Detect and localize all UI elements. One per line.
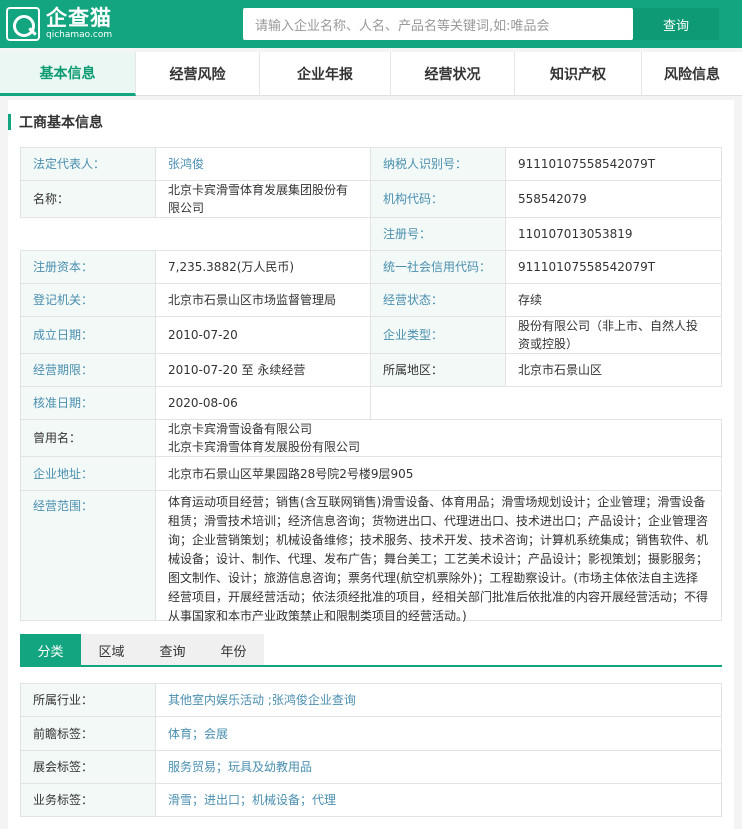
expo-tag-label: 展会标签： xyxy=(20,750,156,784)
scope-value: 体育运动项目经营；销售(含互联网销售)滑雪设备、体育用品；滑雪场规划设计；企业管… xyxy=(155,490,722,623)
credit-code-label: 统一社会信用代码： xyxy=(370,250,506,284)
nav-tab-business-status[interactable]: 经营状况 xyxy=(391,52,515,96)
logo-domain: qichamao.com xyxy=(46,30,113,40)
credit-code-value: 91110107558542079T xyxy=(505,250,722,284)
legal-rep-link[interactable]: 张鸿俊 xyxy=(155,147,371,181)
logo-title: 企查猫 xyxy=(46,6,112,30)
term-label: 经营期限： xyxy=(20,353,156,387)
authority-value: 北京市石景山区市场监督管理局 xyxy=(155,283,371,317)
business-tag-links[interactable]: 滑雪；进出口；机械设备；代理 xyxy=(155,783,722,817)
nav-tab-basic-info[interactable]: 基本信息 xyxy=(0,52,136,96)
section-accent-bar xyxy=(8,114,11,130)
capital-label: 注册资本： xyxy=(20,250,156,284)
founded-value: 2010-07-20 xyxy=(155,316,371,354)
tab-region[interactable]: 区域 xyxy=(81,634,142,666)
expo-tag-links[interactable]: 服务贸易；玩具及幼教用品 xyxy=(155,750,722,784)
search-button[interactable]: 查询 xyxy=(633,8,719,40)
tab-underline xyxy=(20,665,722,667)
founded-label: 成立日期： xyxy=(20,316,156,354)
org-code-value: 558542079 xyxy=(505,180,722,218)
address-value: 北京市石景山区苹果园路28号院2号楼9层905 xyxy=(155,456,722,491)
former-name-1: 北京卡宾滑雪设备有限公司 xyxy=(168,422,313,436)
business-tag-label: 业务标签： xyxy=(20,783,156,817)
scope-label: 经营范围： xyxy=(20,490,156,621)
tab-year[interactable]: 年份 xyxy=(203,634,264,666)
region-label: 所属地区： xyxy=(370,353,506,387)
nav-tab-ip[interactable]: 知识产权 xyxy=(515,52,642,96)
industry-link[interactable]: 其他室内娱乐活动 ;张鸿俊企业查询 xyxy=(155,683,722,717)
taxpayer-value: 91110107558542079T xyxy=(505,147,722,181)
nav-tab-annual-report[interactable]: 企业年报 xyxy=(260,52,391,96)
forward-tag-label: 前瞻标签： xyxy=(20,716,156,751)
industry-label: 所属行业： xyxy=(20,683,156,717)
business-info-card: 工商基本信息 法定代表人： 张鸿俊 纳税人识别号： 91110107558542… xyxy=(8,100,734,829)
name-label: 名称： xyxy=(20,180,156,218)
approved-label: 核准日期： xyxy=(20,386,156,420)
legal-rep-label: 法定代表人： xyxy=(20,147,156,181)
former-name-label: 曾用名： xyxy=(20,419,156,457)
term-value: 2010-07-20 至 永续经营 xyxy=(155,353,371,387)
capital-value: 7,235.3882(万人民币) xyxy=(155,250,371,284)
type-value: 股份有限公司（非上市、自然人投资或控股） xyxy=(505,316,722,354)
logo-magnifier-icon xyxy=(6,7,40,41)
taxpayer-label: 纳税人识别号： xyxy=(370,147,506,181)
main-nav: 基本信息 经营风险 企业年报 经营状况 知识产权 风险信息 xyxy=(0,52,742,96)
org-code-label: 机构代码： xyxy=(370,180,506,218)
nav-tab-business-risk[interactable]: 经营风险 xyxy=(136,52,260,96)
logo[interactable]: 企查猫 qichamao.com xyxy=(6,6,112,42)
region-value: 北京市石景山区 xyxy=(505,353,722,387)
reg-no-label: 注册号： xyxy=(370,217,506,251)
name-value: 北京卡宾滑雪体育发展集团股份有限公司 xyxy=(155,180,371,218)
search-input[interactable]: 请输入企业名称、人名、产品名等关键词,如:唯品会 xyxy=(243,8,633,40)
status-label: 经营状态： xyxy=(370,283,506,317)
nav-tab-risk-info[interactable]: 风险信息 xyxy=(642,52,742,96)
address-label: 企业地址： xyxy=(20,456,156,491)
authority-label: 登记机关： xyxy=(20,283,156,317)
tab-query[interactable]: 查询 xyxy=(142,634,203,666)
top-header: 企查猫 qichamao.com 请输入企业名称、人名、产品名等关键词,如:唯品… xyxy=(0,0,742,48)
tab-category[interactable]: 分类 xyxy=(20,634,81,666)
former-name-2: 北京卡宾滑雪体育发展股份有限公司 xyxy=(168,440,361,454)
category-tabs: 分类 区域 查询 年份 xyxy=(20,634,264,666)
section-title: 工商基本信息 xyxy=(19,115,103,131)
reg-no-value: 110107013053819 xyxy=(505,217,722,251)
approved-value: 2020-08-06 xyxy=(155,386,371,420)
type-label: 企业类型： xyxy=(370,316,506,354)
status-value: 存续 xyxy=(505,283,722,317)
forward-tag-links[interactable]: 体育；会展 xyxy=(155,716,722,751)
